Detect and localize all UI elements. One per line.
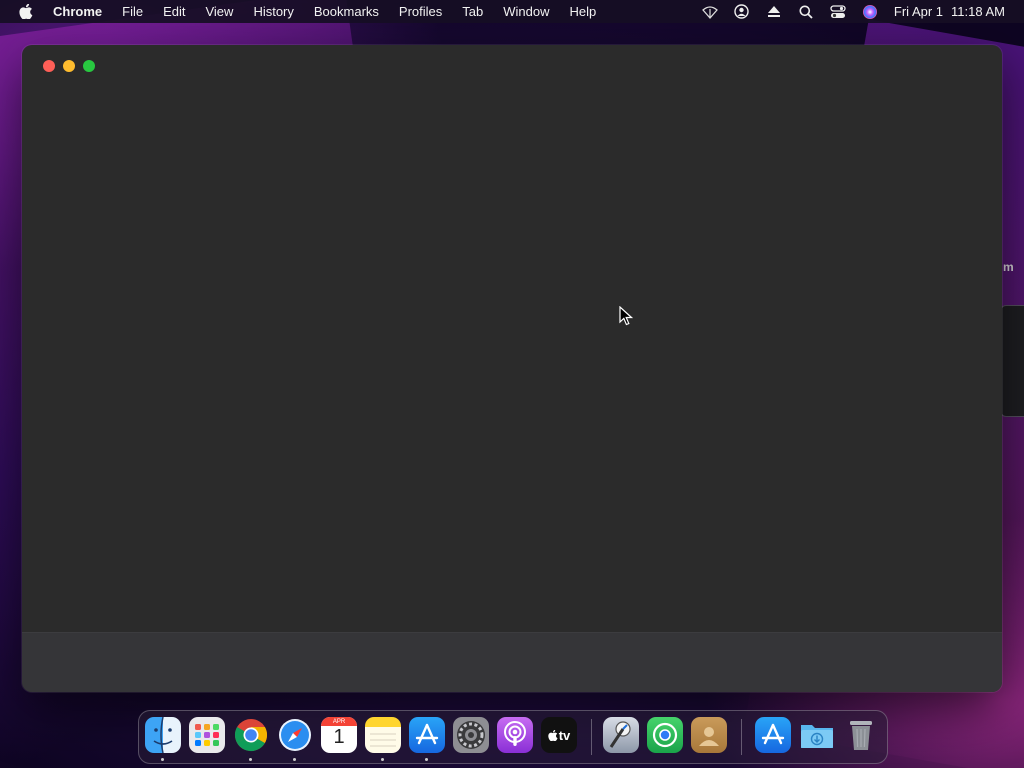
close-window-button[interactable]: [43, 60, 55, 72]
launchpad-icon[interactable]: [189, 717, 225, 753]
notes-icon[interactable]: [365, 717, 401, 753]
finder-icon[interactable]: [145, 717, 181, 753]
apple-tv-label: tv: [558, 727, 571, 743]
window-bottom-panel: [22, 632, 1002, 692]
background-window[interactable]: [1000, 305, 1024, 417]
app-store-running-indicator: [425, 758, 428, 761]
find-my-icon[interactable]: [647, 717, 683, 753]
menu-help[interactable]: Help: [560, 0, 607, 23]
menu-file[interactable]: File: [112, 0, 153, 23]
menu-app-name[interactable]: Chrome: [47, 0, 112, 23]
instruments-icon[interactable]: [603, 717, 639, 753]
system-preferences-icon[interactable]: [453, 717, 489, 753]
zoom-window-button[interactable]: [83, 60, 95, 72]
user-account-icon[interactable]: [733, 4, 751, 20]
chrome-icon[interactable]: [233, 717, 269, 753]
dock: APR 1 tv: [138, 710, 888, 764]
clock-date: Fri Apr 1: [893, 4, 944, 19]
siri-icon[interactable]: [861, 4, 879, 20]
menu-bar-status: Fri Apr 1 11:18 AM: [694, 0, 1024, 23]
menu-window[interactable]: Window: [493, 0, 559, 23]
clock-time: 11:18 AM: [951, 4, 1005, 19]
menu-view[interactable]: View: [195, 0, 243, 23]
menu-profiles[interactable]: Profiles: [389, 0, 452, 23]
desktop: Chrome File Edit View History Bookmarks …: [0, 0, 1024, 768]
finder-running-indicator: [161, 758, 164, 761]
eject-icon[interactable]: [765, 4, 783, 20]
menu-clock[interactable]: Fri Apr 1 11:18 AM: [894, 4, 1005, 19]
dock-separator-2: [741, 719, 742, 755]
background-window-label: m: [1003, 260, 1014, 274]
minimize-window-button[interactable]: [63, 60, 75, 72]
contacts-icon[interactable]: [691, 717, 727, 753]
menu-history[interactable]: History: [243, 0, 303, 23]
calendar-month: APR: [332, 719, 346, 725]
calendar-icon[interactable]: APR 1: [321, 717, 357, 753]
app-store-folder-icon[interactable]: [755, 717, 791, 753]
podcasts-icon[interactable]: [497, 717, 533, 753]
safari-running-indicator: [293, 758, 296, 761]
calendar-day: 1: [333, 726, 345, 748]
menu-bookmarks[interactable]: Bookmarks: [304, 0, 389, 23]
chrome-window[interactable]: [22, 45, 1002, 692]
notes-running-indicator: [381, 758, 384, 761]
wifi-icon[interactable]: [701, 4, 719, 20]
safari-icon[interactable]: [277, 717, 313, 753]
dock-separator: [591, 719, 592, 755]
window-controls: [43, 60, 103, 72]
apple-tv-icon[interactable]: tv: [541, 717, 577, 753]
menu-edit[interactable]: Edit: [153, 0, 195, 23]
downloads-folder-icon[interactable]: [799, 717, 835, 753]
apple-logo-icon[interactable]: [19, 4, 33, 19]
control-center-icon[interactable]: [829, 4, 847, 20]
search-icon[interactable]: [797, 4, 815, 20]
mouse-cursor-icon: [619, 305, 634, 326]
app-store-icon[interactable]: [409, 717, 445, 753]
menu-bar-left: Chrome File Edit View History Bookmarks …: [0, 0, 606, 23]
chrome-running-indicator: [249, 758, 252, 761]
menu-bar: Chrome File Edit View History Bookmarks …: [0, 0, 1024, 23]
menu-tab[interactable]: Tab: [452, 0, 493, 23]
trash-icon[interactable]: [843, 717, 879, 753]
